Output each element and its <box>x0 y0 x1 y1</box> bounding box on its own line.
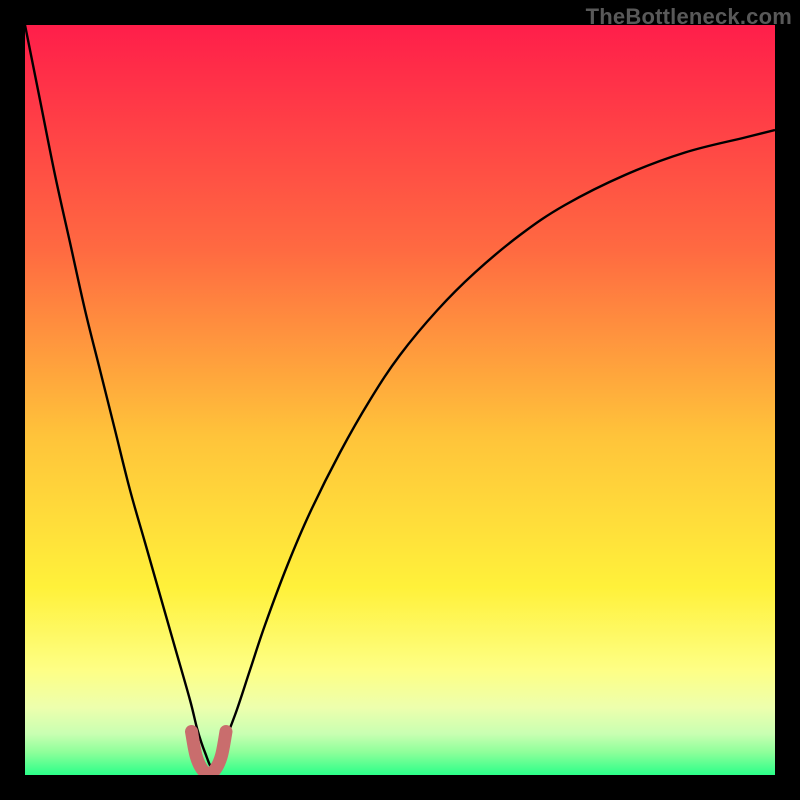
plot-area <box>25 25 775 775</box>
bottleneck-chart <box>25 25 775 775</box>
chart-frame: TheBottleneck.com <box>0 0 800 800</box>
watermark-text: TheBottleneck.com <box>586 4 792 30</box>
gradient-background <box>25 25 775 775</box>
